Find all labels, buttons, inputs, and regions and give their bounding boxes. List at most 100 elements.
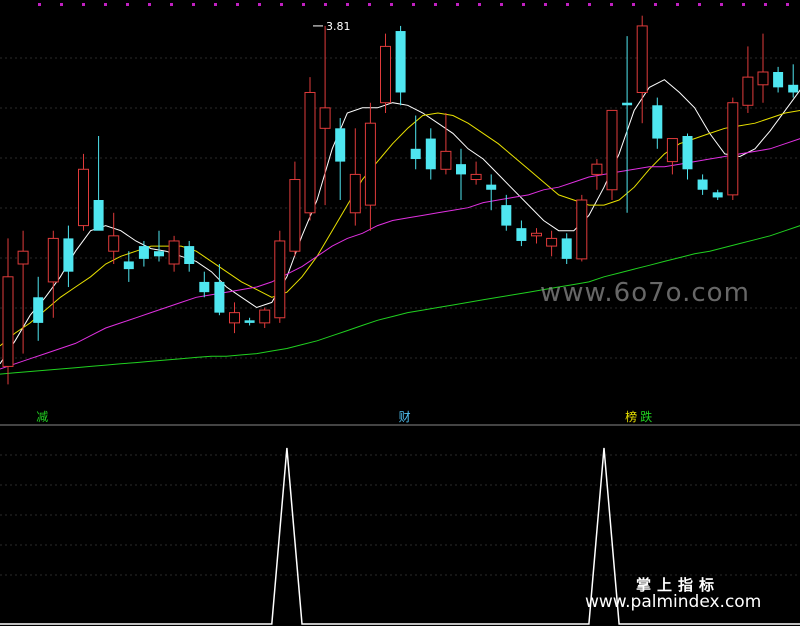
top-marker: [654, 3, 657, 6]
candle-body-up: [531, 232, 542, 237]
top-marker: [104, 3, 107, 6]
candle-body-up: [591, 163, 603, 175]
top-marker: [456, 3, 459, 6]
candle-body-down: [501, 205, 512, 226]
top-marker: [676, 3, 679, 6]
top-marker: [60, 3, 63, 6]
candle-body-up: [47, 237, 59, 283]
candle-body-up: [289, 179, 301, 252]
ma30-line: [0, 138, 800, 370]
candle-body-down: [788, 84, 799, 93]
candle-body-down: [184, 246, 195, 264]
candle-body-up: [259, 309, 271, 324]
top-marker: [698, 3, 701, 6]
candle-body-down: [335, 128, 346, 162]
top-marker: [434, 3, 437, 6]
candle-body-down: [123, 261, 134, 270]
ma10-line: [0, 109, 800, 347]
candle-body-up: [440, 150, 452, 170]
candle-body-up: [17, 250, 29, 265]
candle-body-down: [516, 228, 527, 241]
candle-body-up: [78, 168, 89, 227]
top-marker: [324, 3, 327, 6]
candle-body-up: [229, 312, 240, 324]
top-marker: [368, 3, 371, 6]
candle-body-up: [606, 109, 618, 191]
top-marker: [500, 3, 503, 6]
candle-body-up: [304, 91, 316, 214]
signal-label: 财: [399, 410, 411, 424]
candle-body-down: [63, 238, 74, 272]
candle-body-up: [742, 76, 754, 106]
candle-body-down: [395, 31, 406, 93]
candle-body-up: [636, 25, 648, 93]
candle-body-up: [470, 173, 482, 181]
candle-body-down: [199, 281, 210, 293]
candle-body-down: [697, 179, 708, 190]
candle-body-up: [108, 235, 120, 252]
signal-label: 跌: [640, 409, 652, 424]
top-marker: [302, 3, 305, 6]
top-marker: [82, 3, 85, 6]
candle-body-down: [138, 246, 149, 259]
candle-body-down: [682, 136, 693, 170]
candle-body-down: [652, 105, 663, 139]
price-marker-label: 3.81: [326, 20, 351, 33]
candle-body-down: [93, 200, 104, 231]
signal-label: 减: [36, 410, 48, 424]
top-marker: [786, 3, 789, 6]
candle-body-up: [546, 237, 558, 247]
top-marker: [258, 3, 261, 6]
top-marker: [280, 3, 283, 6]
candle-body-down: [33, 297, 44, 323]
candle-body-up: [349, 173, 361, 214]
candle-body-up: [380, 45, 391, 104]
top-marker: [148, 3, 151, 6]
top-marker: [720, 3, 723, 6]
top-marker: [126, 3, 129, 6]
ma5-line: [0, 79, 800, 365]
top-marker: [522, 3, 525, 6]
top-marker: [236, 3, 239, 6]
candle-body-down: [410, 148, 421, 160]
top-marker: [544, 3, 547, 6]
top-marker: [764, 3, 767, 6]
signal-label: 榜: [625, 409, 637, 424]
top-marker: [588, 3, 591, 6]
candle-body-down: [561, 238, 572, 259]
top-marker: [38, 3, 41, 6]
candle-body-up: [727, 102, 739, 196]
candle-body-down: [425, 138, 436, 170]
chart-stage: 3.81减财榜跌涨 www.6o7o.com 掌上指标 www.palminde…: [0, 0, 800, 626]
candle-body-up: [576, 199, 588, 260]
top-marker: [390, 3, 393, 6]
candle-body-up: [2, 276, 14, 367]
top-marker: [632, 3, 635, 6]
candle-body-up: [168, 240, 180, 265]
candle-body-down: [622, 102, 633, 106]
candle-body-down: [244, 320, 255, 323]
top-marker: [566, 3, 569, 6]
top-marker: [346, 3, 349, 6]
candle-body-down: [486, 184, 497, 190]
watermark-url-2: www.palmindex.com: [585, 592, 762, 612]
candle-body-down: [712, 192, 723, 198]
candle-body-down: [773, 72, 784, 88]
top-marker: [610, 3, 613, 6]
candle-body-down: [456, 164, 466, 175]
top-marker: [214, 3, 217, 6]
candle-body-down: [214, 281, 225, 313]
candle-body-up: [757, 71, 769, 86]
chart-svg: 3.81减财榜跌涨: [0, 3, 800, 625]
top-marker: [478, 3, 481, 6]
candle-body-up: [274, 240, 286, 319]
candle-body-up: [364, 122, 376, 206]
candle-body-up: [666, 138, 678, 163]
top-marker: [412, 3, 415, 6]
top-marker: [170, 3, 173, 6]
watermark-url: www.6o7o.com: [540, 278, 750, 308]
top-marker: [742, 3, 745, 6]
top-marker: [192, 3, 195, 6]
candle-body-up: [319, 107, 331, 129]
candle-body-down: [154, 251, 164, 257]
